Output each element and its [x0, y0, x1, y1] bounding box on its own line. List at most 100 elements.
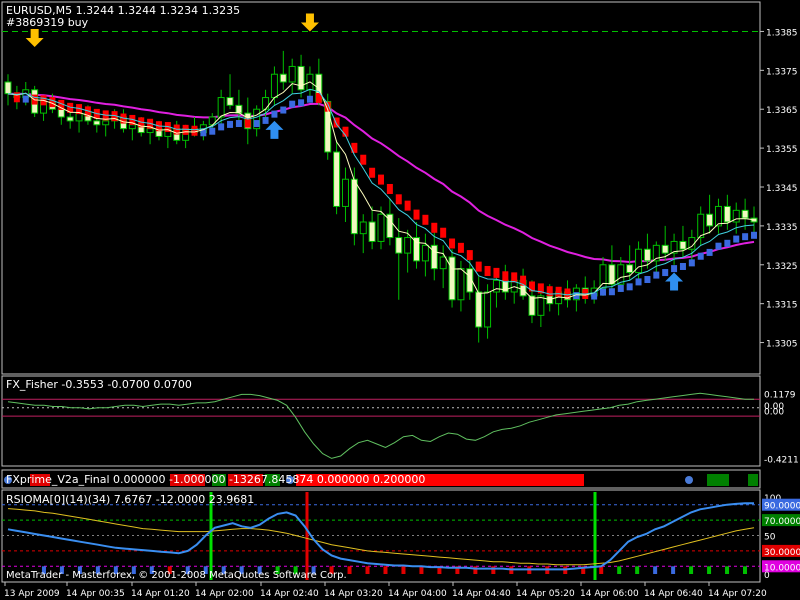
ribbon-bar-up: [227, 120, 234, 128]
candle-body: [75, 112, 83, 122]
candle-body: [93, 120, 101, 126]
candle-body: [57, 108, 65, 118]
ribbon-bar-up: [733, 235, 740, 243]
ribbon-bar-up: [724, 239, 731, 247]
rsioma-histogram-bar: [419, 566, 424, 574]
fxprime-bar: [707, 474, 729, 486]
price-axis: 1.3385 1.3375 1.3365 1.3355 1.3345 1.3335 1.33…: [760, 28, 798, 350]
ribbon-bar-down: [457, 242, 464, 253]
ribbon-bar-down: [466, 250, 473, 261]
rsioma-tick-label: 70.0000: [764, 517, 800, 527]
ribbon-bar-up: [671, 265, 678, 273]
ribbon-bar-up: [271, 110, 278, 118]
trading-chart: EURUSD,M5 1.3244 1.3244 1.3234 1.3235 #3…: [0, 0, 800, 600]
time-tick-label: 14 Apr 00:35: [66, 589, 125, 599]
ribbon-bar-down: [182, 124, 189, 135]
rsioma-histogram-bar: [635, 566, 640, 574]
ribbon-bar-down: [191, 125, 198, 136]
candle-body: [235, 104, 243, 114]
candle-body: [750, 217, 758, 223]
candle-body: [679, 240, 687, 250]
rsioma-tick-label: 30.0000: [764, 548, 800, 558]
time-tick-label: 14 Apr 06:40: [644, 589, 703, 599]
ribbon-bar-down: [431, 222, 438, 233]
candle-body: [643, 248, 651, 262]
candle-body: [528, 295, 536, 316]
ribbon-bar-up: [608, 288, 615, 296]
time-tick-label: 14 Apr 04:00: [388, 589, 447, 599]
fisher-tick-label: 0.1179: [764, 390, 796, 400]
rsioma-tick-label: 50: [764, 533, 776, 543]
chart-background: [0, 0, 800, 600]
ribbon-bar-up: [262, 116, 269, 124]
candle-body: [661, 244, 669, 254]
ribbon-bar-up: [653, 271, 660, 279]
ribbon-bar-up: [235, 120, 242, 128]
price-tick-label: 1.3355: [766, 145, 798, 155]
ribbon-bar-up: [626, 283, 633, 291]
candle-body: [457, 268, 465, 301]
candle-body: [484, 291, 492, 328]
rsioma-histogram-bar: [491, 566, 496, 574]
time-tick-label: 14 Apr 04:40: [452, 589, 511, 599]
candle-body: [270, 73, 278, 99]
time-tick-label: 14 Apr 06:00: [580, 589, 639, 599]
fisher-label: FX_Fisher -0.3553 -0.0700 0.0700: [6, 378, 192, 391]
ribbon-bar-up: [218, 123, 225, 131]
ribbon-bar-up: [715, 242, 722, 250]
ribbon-bar-down: [502, 271, 509, 282]
ribbon-bar-up: [644, 276, 651, 284]
rsioma-histogram-bar: [707, 566, 712, 574]
ribbon-bar-up: [253, 120, 260, 128]
rsioma-histogram-bar: [401, 566, 406, 574]
candle-body: [626, 264, 634, 274]
price-tick-label: 1.3375: [766, 67, 798, 77]
order-label: #3869319 buy: [6, 16, 89, 29]
candle-body: [66, 116, 74, 122]
ribbon-bar-up: [280, 106, 287, 114]
price-tick-label: 1.3345: [766, 184, 798, 194]
candle-body: [697, 213, 705, 239]
rsioma-histogram-bar: [689, 566, 694, 574]
ribbon-bar-down: [422, 214, 429, 225]
ribbon-bar-down: [413, 209, 420, 220]
ribbon-bar-up: [662, 269, 669, 277]
ribbon-bar-down: [404, 200, 411, 211]
fxprime-bar: [748, 474, 758, 486]
ribbon-bar-down: [386, 183, 393, 194]
candle-body: [368, 221, 376, 242]
time-tick-label: 13 Apr 2009: [4, 589, 60, 599]
ribbon-bar-up: [679, 262, 686, 270]
time-tick-label: 14 Apr 07:20: [708, 589, 767, 599]
price-tick-label: 1.3335: [766, 223, 798, 233]
candle-body: [359, 221, 367, 235]
rsioma-histogram-bar: [725, 566, 730, 574]
fxprime-dot: [685, 476, 693, 484]
price-tick-label: 1.3385: [766, 28, 798, 38]
ribbon-bar-up: [697, 252, 704, 260]
ribbon-bar-up: [751, 231, 757, 239]
candle-body: [475, 291, 483, 328]
time-tick-label: 14 Apr 02:40: [260, 589, 319, 599]
time-tick-label: 14 Apr 03:20: [324, 589, 383, 599]
candle-body: [395, 237, 403, 254]
fisher-tick-label: -0.4211: [764, 456, 799, 466]
rsioma-histogram-bar: [743, 566, 748, 574]
rsioma-histogram-bar: [599, 566, 604, 574]
time-tick-label: 14 Apr 05:20: [516, 589, 575, 599]
candle-body: [288, 65, 296, 83]
ribbon-bar-up: [306, 95, 313, 103]
rsioma-tick-label: 90.0000: [764, 502, 800, 512]
ribbon-bar-up: [22, 95, 29, 103]
ribbon-bar-down: [360, 154, 367, 165]
rsioma-label: RSIOMA[0](14)(34) 7.6767 -12.0000 23.968…: [6, 493, 254, 506]
ribbon-bar-down: [493, 267, 500, 278]
candle-body: [377, 213, 385, 242]
candle-body: [706, 213, 714, 227]
ribbon-bar-down: [484, 265, 491, 276]
ribbon-bar-down: [449, 238, 456, 249]
candle-body: [608, 264, 616, 285]
candle-body: [262, 97, 270, 110]
candle-body: [599, 264, 607, 289]
price-tick-label: 1.3315: [766, 301, 798, 311]
